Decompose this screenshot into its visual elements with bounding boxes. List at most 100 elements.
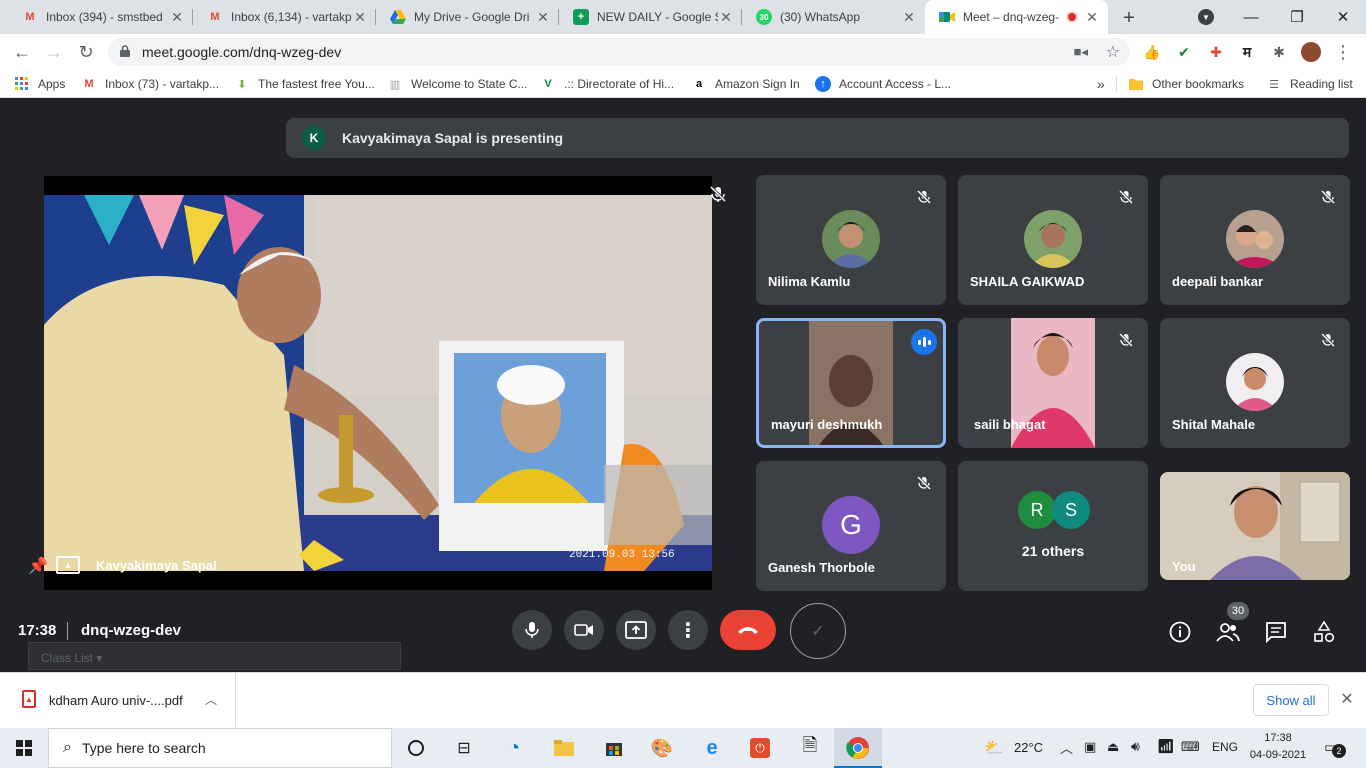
thumbs-up-extension-icon[interactable]: 👍: [1142, 42, 1162, 62]
new-tab-button[interactable]: +: [1117, 6, 1141, 30]
self-view-tile[interactable]: You: [1160, 472, 1350, 580]
edge-icon[interactable]: ◔: [500, 734, 528, 762]
show-all-button[interactable]: Show all: [1253, 684, 1329, 716]
close-tab-icon[interactable]: ✕: [718, 9, 734, 26]
minimize-button[interactable]: —: [1228, 0, 1274, 34]
volume-icon[interactable]: 🔊︎: [1131, 738, 1140, 755]
file-explorer-icon[interactable]: [550, 734, 578, 762]
input-language[interactable]: ENG: [1212, 740, 1238, 754]
close-tab-icon[interactable]: ✕: [169, 9, 185, 26]
tab-meet[interactable]: Meet – dnq-wzeg- ✕: [925, 0, 1108, 34]
present-now-button[interactable]: [616, 610, 656, 650]
activities-button[interactable]: [1310, 618, 1338, 646]
participant-tile-speaking[interactable]: mayuri deshmukh: [756, 318, 946, 448]
tab-title: My Drive - Google Dri: [414, 10, 530, 24]
store-icon[interactable]: [600, 734, 628, 762]
bookmark-star-icon[interactable]: ☆: [1106, 42, 1120, 62]
windows-start-icon[interactable]: [10, 734, 38, 762]
task-view-icon[interactable]: ⊟: [450, 734, 478, 762]
close-tab-icon[interactable]: ✕: [535, 9, 551, 26]
download-item[interactable]: ▲ kdham Auro univ-....pdf ︿: [0, 673, 236, 727]
documents-app-icon[interactable]: 🗎: [796, 734, 824, 762]
address-bar[interactable]: meet.google.com/dnq-wzeg-dev ■◂ ☆: [108, 38, 1130, 66]
more-options-button[interactable]: ⋮: [668, 610, 708, 650]
hindi-input-extension-icon[interactable]: म: [1237, 42, 1257, 62]
tab-drive[interactable]: My Drive - Google Dri ✕: [376, 0, 559, 34]
tab-whatsapp[interactable]: 30 (30) WhatsApp ✕: [742, 0, 925, 34]
cortana-icon[interactable]: [402, 734, 430, 762]
clock-time[interactable]: 17:38: [1248, 732, 1308, 744]
others-count: 21 others: [1021, 543, 1085, 559]
bookmark-account-access[interactable]: ↑ Account Access - L...: [815, 75, 951, 93]
apps-grid-icon: [14, 76, 30, 92]
participant-name: mayuri deshmukh: [771, 417, 883, 432]
participant-tile[interactable]: G Ganesh Thorbole: [756, 461, 946, 591]
meeting-details-button[interactable]: [1166, 618, 1194, 646]
profile-avatar[interactable]: [1301, 42, 1321, 62]
participant-tile[interactable]: Nilima Kamlu: [756, 175, 946, 305]
bookmark-label: Apps: [38, 77, 66, 91]
forward-button[interactable]: →: [40, 38, 68, 66]
bookmark-apps[interactable]: Apps: [14, 75, 65, 93]
power-app-icon[interactable]: ⏻: [746, 734, 774, 762]
paint-icon[interactable]: 🎨: [648, 734, 676, 762]
mic-off-icon: [912, 185, 936, 209]
participant-tile[interactable]: Shital Mahale: [1160, 318, 1350, 448]
participant-tile[interactable]: saili bhagat: [958, 318, 1148, 448]
tab-title: NEW DAILY - Google S: [597, 10, 718, 24]
extensions-puzzle-icon[interactable]: ✱: [1269, 42, 1289, 62]
bookmarks-overflow-button[interactable]: »: [1097, 75, 1105, 93]
restore-button[interactable]: ❐: [1274, 0, 1320, 34]
usb-icon[interactable]: ⏏: [1107, 739, 1119, 755]
participant-tile[interactable]: deepali bankar: [1160, 175, 1350, 305]
bookmark-label: Account Access - L...: [839, 77, 952, 91]
close-tab-icon[interactable]: ✕: [1084, 9, 1100, 26]
lock-icon[interactable]: [120, 44, 130, 60]
wifi-icon[interactable]: 📶︎: [1157, 738, 1175, 755]
close-window-button[interactable]: ✕: [1320, 0, 1366, 34]
check-extension-icon[interactable]: ✔: [1174, 42, 1194, 62]
present-screen-icon: ▲: [56, 556, 80, 574]
tab-sheets[interactable]: + NEW DAILY - Google S ✕: [559, 0, 742, 34]
taskbar-search-box[interactable]: ⌕ Type here to search: [48, 728, 392, 768]
tab-search-icon[interactable]: ▼: [1198, 9, 1214, 25]
clock-date[interactable]: 04-09-2021: [1248, 749, 1308, 761]
notifications-button[interactable]: ▭ 2: [1324, 738, 1346, 758]
chevron-up-icon[interactable]: ︿: [205, 691, 217, 708]
class-list-toolbar[interactable]: Class List ▾: [28, 642, 401, 670]
back-button[interactable]: ←: [8, 38, 36, 66]
pin-icon[interactable]: 📌: [28, 556, 48, 576]
keyboard-icon[interactable]: ⌨: [1181, 739, 1200, 755]
participant-initial-avatar: G: [822, 496, 880, 554]
camera-button[interactable]: [564, 610, 604, 650]
puzzle-badge-extension-icon[interactable]: ✚: [1206, 42, 1226, 62]
weather-icon[interactable]: ⛅: [984, 738, 1004, 758]
bookmark-amazon[interactable]: a Amazon Sign In: [691, 75, 800, 93]
chrome-taskbar-button[interactable]: [834, 728, 882, 768]
attendance-check-button[interactable]: ✓: [790, 603, 846, 659]
other-bookmarks-folder[interactable]: Other bookmarks: [1128, 75, 1244, 93]
bookmark-directorate[interactable]: V .:: Directorate of Hi...: [540, 75, 674, 93]
reload-button[interactable]: ↻: [72, 38, 100, 66]
show-hidden-icons-chevron-icon[interactable]: ︿: [1060, 738, 1073, 757]
close-tab-icon[interactable]: ✕: [352, 9, 368, 26]
microphone-button[interactable]: [512, 610, 552, 650]
others-tile[interactable]: R S 21 others: [958, 461, 1148, 591]
bookmark-inbox[interactable]: M Inbox (73) - vartakp...: [81, 75, 219, 93]
chrome-menu-icon[interactable]: ⋮: [1333, 42, 1353, 62]
people-button[interactable]: [1214, 618, 1242, 646]
leave-call-button[interactable]: [720, 610, 776, 650]
close-download-bar-icon[interactable]: ✕: [1338, 690, 1356, 708]
photo-timestamp: 2021.09.03 13:56: [569, 549, 675, 561]
reading-list-button[interactable]: ☰ Reading list: [1266, 75, 1353, 93]
tab-gmail-1[interactable]: M Inbox (394) - smstbed ✕: [8, 0, 193, 34]
bookmark-youtube-downloader[interactable]: ⬇ The fastest free You...: [234, 75, 374, 93]
bookmark-state[interactable]: ▥ Welcome to State C...: [387, 75, 528, 93]
close-tab-icon[interactable]: ✕: [901, 9, 917, 26]
chat-button[interactable]: [1262, 618, 1290, 646]
internet-explorer-icon[interactable]: e: [698, 734, 726, 762]
camera-in-use-icon[interactable]: ■◂: [1074, 44, 1088, 60]
tab-gmail-2[interactable]: M Inbox (6,134) - vartakp ✕: [193, 0, 376, 34]
participant-tile[interactable]: SHAILA GAIKWAD: [958, 175, 1148, 305]
meet-tray-icon[interactable]: ▣: [1084, 739, 1096, 755]
